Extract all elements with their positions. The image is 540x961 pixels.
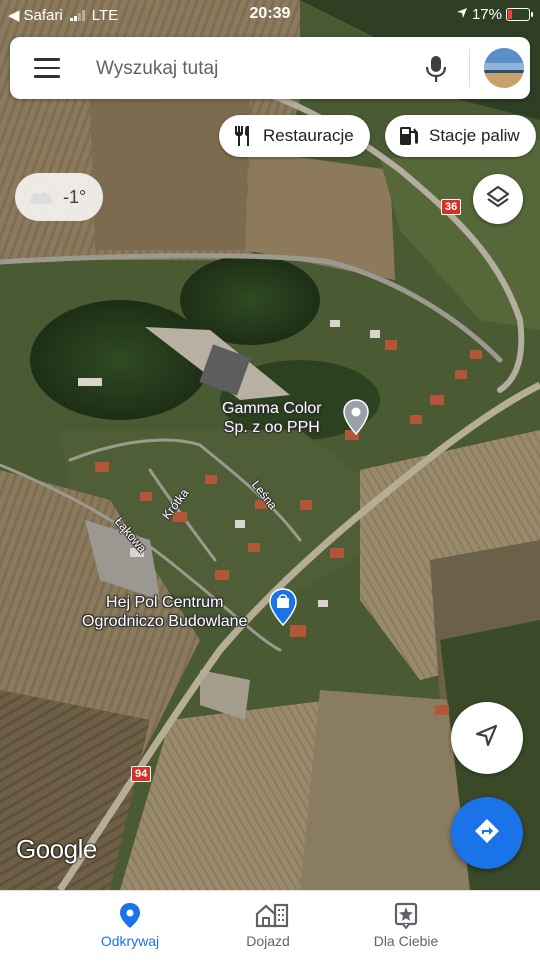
bottom-navigation: Odkrywaj Dojazd Dla Ciebie (0, 890, 540, 961)
microphone-icon[interactable] (422, 54, 450, 84)
restaurants-chip-label: Restauracje (263, 126, 354, 145)
tab-commute[interactable]: Dojazd (193, 891, 343, 961)
status-bar: ◀ Safari LTE 20:39 17% (0, 0, 540, 30)
route-badge-94: 94 (131, 766, 152, 782)
place-name-line2: Sp. z oo PPH (223, 419, 320, 436)
layers-button[interactable] (473, 174, 523, 224)
gas-stations-chip[interactable]: Stacje paliw (385, 115, 536, 157)
place-name-line1: Gamma Color (222, 400, 322, 417)
location-arrow-icon (456, 6, 468, 23)
search-divider (469, 49, 470, 87)
explore-pin-icon (117, 901, 143, 929)
tab-explore[interactable]: Odkrywaj (55, 891, 205, 961)
layers-icon (485, 184, 511, 215)
place-label-gamma-color[interactable]: Gamma Color Sp. z oo PPH (222, 399, 322, 437)
place-label-hej-pol[interactable]: Hej Pol Centrum Ogrodniczo Budowlane (82, 593, 247, 631)
route-badge-36: 36 (441, 199, 462, 215)
weather-badge[interactable]: -1° (15, 173, 103, 221)
place-pin-icon[interactable] (342, 398, 370, 441)
place-name-line2: Ogrodniczo Budowlane (82, 613, 248, 630)
tab-commute-label: Dojazd (246, 933, 290, 949)
temperature: -1° (63, 186, 87, 207)
google-attribution: Google (16, 834, 97, 864)
commute-icon (255, 901, 289, 929)
restaurant-icon (231, 124, 255, 148)
for-you-icon (393, 901, 419, 930)
cloud-icon (27, 186, 55, 208)
tab-explore-label: Odkrywaj (100, 933, 160, 949)
menu-icon[interactable] (34, 58, 60, 78)
tab-for-you-label: Dla Ciebie (373, 933, 439, 949)
directions-button[interactable] (451, 797, 523, 869)
search-input[interactable] (94, 51, 398, 87)
place-name-line1: Hej Pol Centrum (106, 594, 224, 611)
gas-stations-chip-label: Stacje paliw (429, 126, 520, 145)
shopping-pin-icon[interactable] (268, 587, 298, 632)
navigation-arrow-icon (474, 723, 500, 754)
restaurants-chip[interactable]: Restauracje (219, 115, 370, 157)
search-bar[interactable] (10, 37, 530, 99)
tab-for-you[interactable]: Dla Ciebie (331, 891, 481, 961)
avatar[interactable] (484, 48, 524, 88)
directions-icon (472, 816, 502, 851)
battery-icon (506, 8, 533, 21)
my-location-button[interactable] (451, 702, 523, 774)
battery-percent: 17% (471, 6, 502, 23)
gas-station-icon (397, 124, 421, 148)
